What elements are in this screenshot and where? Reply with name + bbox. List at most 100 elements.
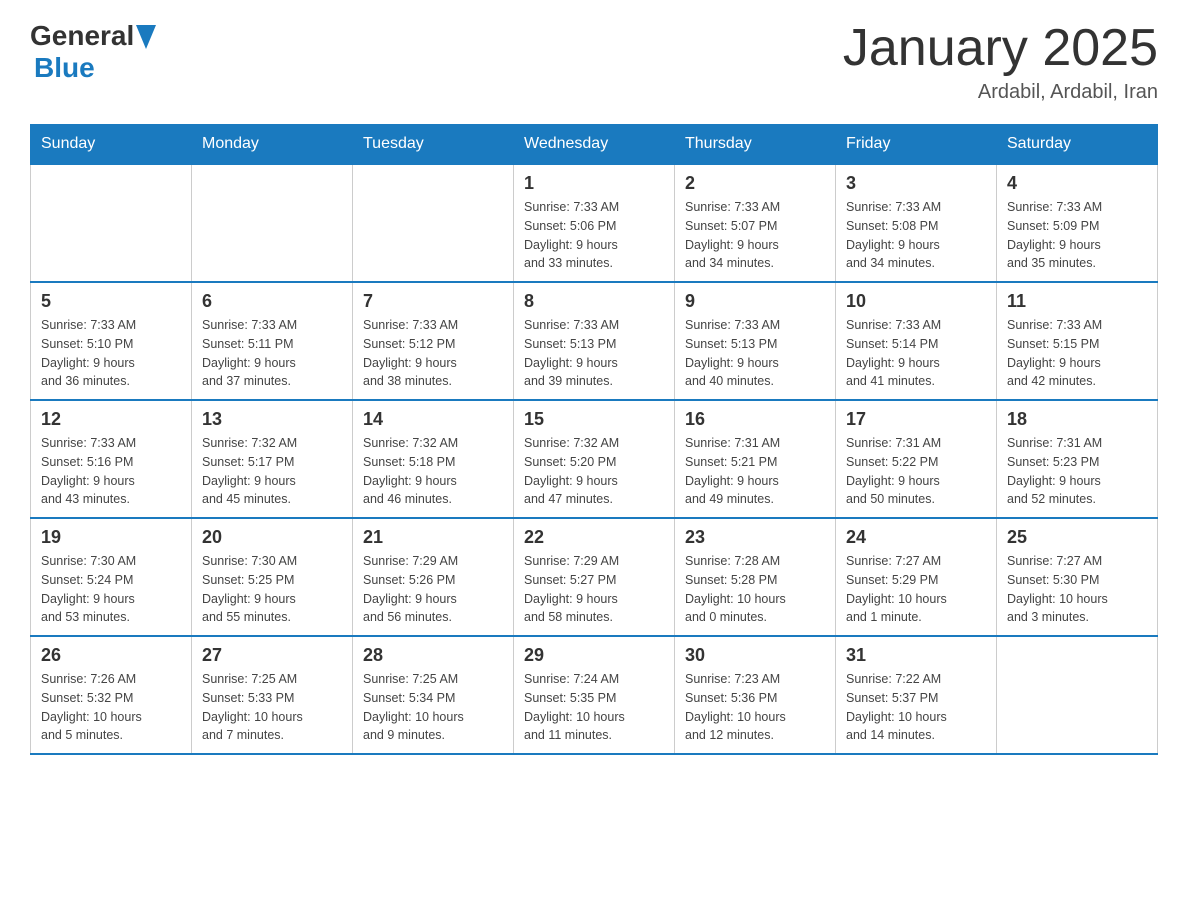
calendar-day-header: Friday — [836, 125, 997, 165]
day-number: 8 — [524, 291, 664, 312]
logo: General Blue — [30, 20, 158, 84]
calendar-cell: 10 Sunrise: 7:33 AM Sunset: 5:14 PM Dayli… — [836, 282, 997, 400]
calendar-cell: 29Sunrise: 7:24 AM Sunset: 5:35 PM Dayli… — [514, 636, 675, 754]
calendar-week-row: 26 Sunrise: 7:26 AM Sunset: 5:32 PM Dayli… — [31, 636, 1158, 754]
day-info: Sunrise: 7:25 AM Sunset: 5:33 PM Dayligh… — [202, 670, 342, 745]
day-number: 17 — [846, 409, 986, 430]
day-info: Sunrise: 7:33 AM Sunset: 5:14 PM Dayligh… — [846, 316, 986, 391]
calendar-cell — [31, 164, 192, 282]
day-info: Sunrise: 7:22 AM Sunset: 5:37 PM Dayligh… — [846, 670, 986, 745]
calendar-table: SundayMondayTuesdayWednesdayThursdayFrid… — [30, 124, 1158, 755]
calendar-cell — [353, 164, 514, 282]
calendar-cell: 30Sunrise: 7:23 AM Sunset: 5:36 PM Dayli… — [675, 636, 836, 754]
day-info: Sunrise: 7:32 AM Sunset: 5:18 PM Dayligh… — [363, 434, 503, 509]
day-info: Sunrise: 7:31 AM Sunset: 5:21 PM Dayligh… — [685, 434, 825, 509]
logo-blue-text: Blue — [34, 52, 95, 83]
calendar-cell: 8 Sunrise: 7:33 AM Sunset: 5:13 PM Daylig… — [514, 282, 675, 400]
calendar-day-header: Sunday — [31, 125, 192, 165]
day-number: 5 — [41, 291, 181, 312]
calendar-week-row: 12 Sunrise: 7:33 AM Sunset: 5:16 PM Dayli… — [31, 400, 1158, 518]
calendar-cell: 12 Sunrise: 7:33 AM Sunset: 5:16 PM Dayli… — [31, 400, 192, 518]
calendar-cell — [997, 636, 1158, 754]
day-number: 7 — [363, 291, 503, 312]
day-info: Sunrise: 7:30 AM Sunset: 5:25 PM Dayligh… — [202, 552, 342, 627]
calendar-cell: 11 Sunrise: 7:33 AM Sunset: 5:15 PM Dayli… — [997, 282, 1158, 400]
day-number: 20 — [202, 527, 342, 548]
calendar-cell: 19 Sunrise: 7:30 AM Sunset: 5:24 PM Dayli… — [31, 518, 192, 636]
day-info: Sunrise: 7:33 AM Sunset: 5:16 PM Dayligh… — [41, 434, 181, 509]
calendar-cell: 27 Sunrise: 7:25 AM Sunset: 5:33 PM Dayli… — [192, 636, 353, 754]
day-number: 4 — [1007, 173, 1147, 194]
logo-general-text: General — [30, 20, 134, 52]
day-number: 23 — [685, 527, 825, 548]
day-info: Sunrise: 7:27 AM Sunset: 5:30 PM Dayligh… — [1007, 552, 1147, 627]
title-section: January 2025 Ardabil, Ardabil, Iran — [843, 20, 1158, 104]
day-info: Sunrise: 7:29 AM Sunset: 5:27 PM Dayligh… — [524, 552, 664, 627]
calendar-day-header: Thursday — [675, 125, 836, 165]
calendar-cell: 28Sunrise: 7:25 AM Sunset: 5:34 PM Dayli… — [353, 636, 514, 754]
day-info: Sunrise: 7:33 AM Sunset: 5:13 PM Dayligh… — [524, 316, 664, 391]
day-number: 31 — [846, 645, 986, 666]
calendar-week-row: 5 Sunrise: 7:33 AM Sunset: 5:10 PM Daylig… — [31, 282, 1158, 400]
day-info: Sunrise: 7:23 AM Sunset: 5:36 PM Dayligh… — [685, 670, 825, 745]
calendar-cell: 26 Sunrise: 7:26 AM Sunset: 5:32 PM Dayli… — [31, 636, 192, 754]
day-number: 13 — [202, 409, 342, 430]
day-number: 28 — [363, 645, 503, 666]
calendar-cell: 31 Sunrise: 7:22 AM Sunset: 5:37 PM Dayli… — [836, 636, 997, 754]
day-info: Sunrise: 7:30 AM Sunset: 5:24 PM Dayligh… — [41, 552, 181, 627]
calendar-cell: 21 Sunrise: 7:29 AM Sunset: 5:26 PM Dayli… — [353, 518, 514, 636]
day-number: 14 — [363, 409, 503, 430]
calendar-week-row: 19 Sunrise: 7:30 AM Sunset: 5:24 PM Dayli… — [31, 518, 1158, 636]
calendar-cell: 4Sunrise: 7:33 AM Sunset: 5:09 PM Daylig… — [997, 164, 1158, 282]
day-info: Sunrise: 7:33 AM Sunset: 5:06 PM Dayligh… — [524, 198, 664, 273]
day-number: 3 — [846, 173, 986, 194]
calendar-cell: 2Sunrise: 7:33 AM Sunset: 5:07 PM Daylig… — [675, 164, 836, 282]
day-number: 2 — [685, 173, 825, 194]
day-number: 15 — [524, 409, 664, 430]
calendar-cell: 20 Sunrise: 7:30 AM Sunset: 5:25 PM Dayli… — [192, 518, 353, 636]
day-number: 25 — [1007, 527, 1147, 548]
calendar-cell: 13 Sunrise: 7:32 AM Sunset: 5:17 PM Dayli… — [192, 400, 353, 518]
day-number: 22 — [524, 527, 664, 548]
page-header: General Blue January 2025 Ardabil, Ardab… — [30, 20, 1158, 104]
day-number: 9 — [685, 291, 825, 312]
day-number: 18 — [1007, 409, 1147, 430]
location-subtitle: Ardabil, Ardabil, Iran — [843, 81, 1158, 104]
day-info: Sunrise: 7:33 AM Sunset: 5:12 PM Dayligh… — [363, 316, 503, 391]
calendar-cell: 23Sunrise: 7:28 AM Sunset: 5:28 PM Dayli… — [675, 518, 836, 636]
day-info: Sunrise: 7:26 AM Sunset: 5:32 PM Dayligh… — [41, 670, 181, 745]
day-info: Sunrise: 7:33 AM Sunset: 5:08 PM Dayligh… — [846, 198, 986, 273]
day-info: Sunrise: 7:32 AM Sunset: 5:17 PM Dayligh… — [202, 434, 342, 509]
day-number: 21 — [363, 527, 503, 548]
day-info: Sunrise: 7:31 AM Sunset: 5:22 PM Dayligh… — [846, 434, 986, 509]
day-info: Sunrise: 7:29 AM Sunset: 5:26 PM Dayligh… — [363, 552, 503, 627]
day-number: 29 — [524, 645, 664, 666]
calendar-week-row: 1 Sunrise: 7:33 AM Sunset: 5:06 PM Daylig… — [31, 164, 1158, 282]
logo-arrow-icon — [136, 25, 156, 49]
calendar-cell: 9 Sunrise: 7:33 AM Sunset: 5:13 PM Daylig… — [675, 282, 836, 400]
day-number: 1 — [524, 173, 664, 194]
calendar-cell: 5 Sunrise: 7:33 AM Sunset: 5:10 PM Daylig… — [31, 282, 192, 400]
day-info: Sunrise: 7:33 AM Sunset: 5:11 PM Dayligh… — [202, 316, 342, 391]
day-number: 12 — [41, 409, 181, 430]
calendar-cell: 16Sunrise: 7:31 AM Sunset: 5:21 PM Dayli… — [675, 400, 836, 518]
day-number: 11 — [1007, 291, 1147, 312]
calendar-cell: 25 Sunrise: 7:27 AM Sunset: 5:30 PM Dayli… — [997, 518, 1158, 636]
calendar-day-header: Wednesday — [514, 125, 675, 165]
calendar-cell: 6 Sunrise: 7:33 AM Sunset: 5:11 PM Daylig… — [192, 282, 353, 400]
day-info: Sunrise: 7:33 AM Sunset: 5:13 PM Dayligh… — [685, 316, 825, 391]
calendar-cell: 17 Sunrise: 7:31 AM Sunset: 5:22 PM Dayli… — [836, 400, 997, 518]
day-number: 19 — [41, 527, 181, 548]
day-info: Sunrise: 7:33 AM Sunset: 5:10 PM Dayligh… — [41, 316, 181, 391]
calendar-cell: 24Sunrise: 7:27 AM Sunset: 5:29 PM Dayli… — [836, 518, 997, 636]
calendar-cell — [192, 164, 353, 282]
month-year-title: January 2025 — [843, 20, 1158, 77]
calendar-cell: 14 Sunrise: 7:32 AM Sunset: 5:18 PM Dayli… — [353, 400, 514, 518]
calendar-cell: 18Sunrise: 7:31 AM Sunset: 5:23 PM Dayli… — [997, 400, 1158, 518]
day-info: Sunrise: 7:33 AM Sunset: 5:15 PM Dayligh… — [1007, 316, 1147, 391]
day-number: 6 — [202, 291, 342, 312]
calendar-day-header: Monday — [192, 125, 353, 165]
day-number: 10 — [846, 291, 986, 312]
day-number: 26 — [41, 645, 181, 666]
day-number: 27 — [202, 645, 342, 666]
